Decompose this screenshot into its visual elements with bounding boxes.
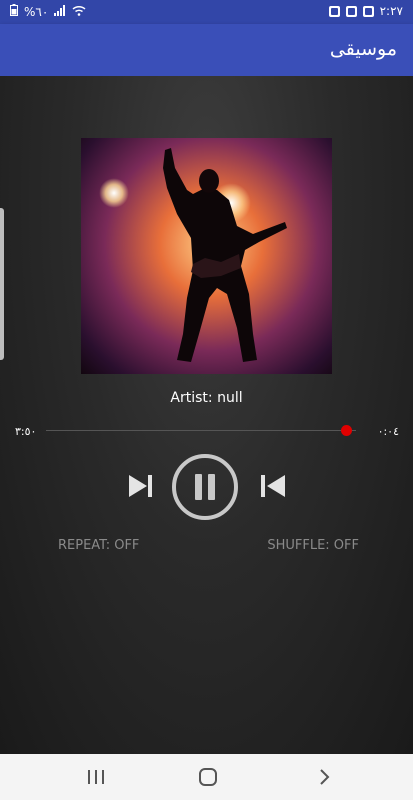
- navigation-bar: [0, 754, 413, 800]
- status-bar: %٦٠ ٢:٢٧: [0, 0, 413, 24]
- status-right: ٢:٢٧: [328, 4, 403, 18]
- back-icon: [320, 769, 330, 785]
- home-button[interactable]: [196, 766, 220, 788]
- play-pause-button[interactable]: [172, 454, 238, 520]
- guitarist-silhouette: [163, 148, 287, 362]
- wifi-icon: [72, 5, 86, 19]
- edge-panel-handle[interactable]: [0, 208, 4, 360]
- status-left: %٦٠: [10, 4, 86, 19]
- pause-icon: [195, 474, 215, 500]
- previous-button[interactable]: [258, 472, 288, 500]
- previous-icon: [261, 475, 285, 497]
- app-bar: موسيقى: [0, 24, 413, 76]
- shuffle-toggle[interactable]: SHUFFLE: OFF: [267, 538, 359, 553]
- signal-icon: [54, 4, 66, 19]
- seek-bar[interactable]: [46, 430, 356, 431]
- p-icon: [345, 5, 357, 17]
- shield-check-icon: [328, 5, 340, 17]
- back-button[interactable]: [312, 766, 336, 788]
- artist-label: Artist: null: [170, 390, 243, 406]
- status-time: ٢:٢٧: [379, 4, 403, 18]
- battery-icon: [10, 4, 18, 19]
- elapsed-time: ٣:٥٠: [15, 425, 37, 438]
- app-title: موسيقى: [329, 38, 397, 60]
- total-time: ٠:٠٤: [377, 425, 399, 438]
- next-icon: [129, 475, 152, 497]
- battery-percent: %٦٠: [24, 4, 49, 19]
- album-art: [81, 138, 332, 374]
- next-button[interactable]: [126, 472, 156, 500]
- home-icon: [199, 768, 217, 786]
- recent-apps-button[interactable]: [84, 766, 108, 788]
- recent-apps-icon: [88, 770, 104, 784]
- image-icon: [362, 5, 374, 17]
- repeat-toggle[interactable]: REPEAT: OFF: [58, 538, 139, 553]
